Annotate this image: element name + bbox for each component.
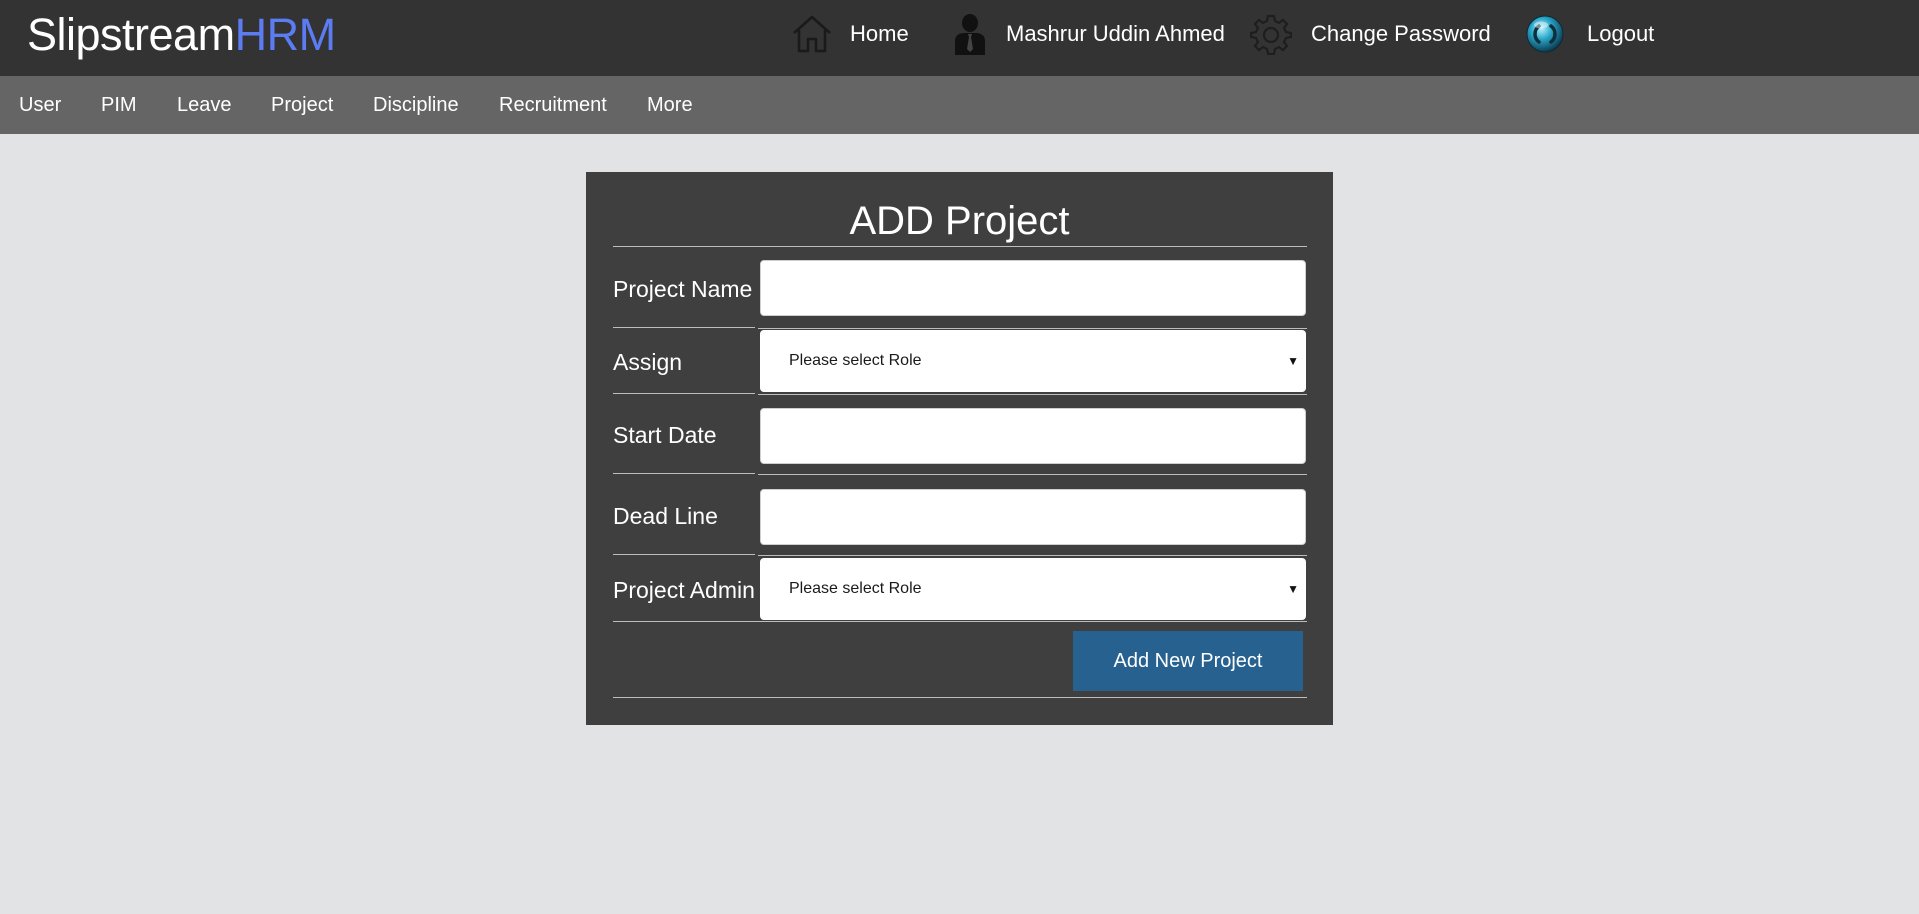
project-name-input[interactable]	[760, 260, 1306, 316]
power-icon	[1523, 12, 1567, 56]
add-new-project-button[interactable]: Add New Project	[1073, 631, 1303, 691]
add-project-form: ADD Project Project Name Assign Please s…	[586, 172, 1333, 725]
assign-label: Assign	[613, 349, 683, 375]
start-date-label: Start Date	[613, 422, 717, 448]
divider	[613, 621, 1307, 622]
divider	[613, 473, 755, 474]
project-admin-label: Project Admin	[613, 577, 755, 603]
menu-item-pim[interactable]: PIM	[101, 76, 137, 134]
menu-item-more[interactable]: More	[647, 76, 693, 134]
chevron-down-icon: ▼	[1287, 582, 1299, 596]
project-admin-select[interactable]: Please select Role ▼	[760, 558, 1306, 620]
start-date-input[interactable]	[760, 408, 1306, 464]
menu-item-leave[interactable]: Leave	[177, 76, 232, 134]
dead-line-input[interactable]	[760, 489, 1306, 545]
nav-logout-label: Logout	[1587, 21, 1655, 46]
divider	[613, 393, 755, 394]
app-logo[interactable]: SlipstreamHRM	[27, 9, 336, 61]
menu-item-discipline[interactable]: Discipline	[373, 76, 459, 134]
home-icon	[790, 12, 834, 56]
menu-item-recruitment[interactable]: Recruitment	[499, 76, 607, 134]
nav-user-label: Mashrur Uddin Ahmed	[1006, 21, 1225, 46]
nav-change-password-label: Change Password	[1311, 21, 1491, 46]
main-menu-bar: User PIM Leave Project Discipline Recrui…	[0, 76, 1919, 134]
form-title: ADD Project	[849, 199, 1070, 243]
menu-item-user[interactable]: User	[19, 76, 61, 134]
assign-select-value: Please select Role	[789, 352, 922, 369]
divider	[758, 474, 1307, 475]
user-silhouette-icon	[948, 12, 992, 56]
divider	[613, 554, 755, 555]
divider	[613, 327, 755, 328]
menu-item-project[interactable]: Project	[271, 76, 333, 134]
chevron-down-icon: ▼	[1287, 354, 1299, 368]
nav-home-label: Home	[850, 21, 909, 46]
logo-text-accent: HRM	[234, 9, 336, 60]
nav-change-password-link[interactable]: Change Password	[1249, 12, 1491, 56]
divider	[758, 328, 1307, 329]
divider	[758, 555, 1307, 556]
gear-icon	[1249, 12, 1293, 56]
divider	[613, 697, 1307, 698]
dead-line-label: Dead Line	[613, 503, 718, 529]
nav-user-profile[interactable]: Mashrur Uddin Ahmed	[948, 12, 1225, 56]
divider	[613, 246, 1307, 247]
logo-text-primary: Slipstream	[27, 9, 235, 60]
project-name-label: Project Name	[613, 276, 753, 302]
divider	[758, 394, 1307, 395]
project-admin-select-value: Please select Role	[789, 580, 922, 597]
top-header: SlipstreamHRM Home Mashrur Uddin Ahmed C…	[0, 0, 1919, 76]
nav-logout-link[interactable]: Logout	[1523, 12, 1654, 56]
nav-home-link[interactable]: Home	[790, 12, 909, 56]
assign-select[interactable]: Please select Role ▼	[760, 330, 1306, 392]
